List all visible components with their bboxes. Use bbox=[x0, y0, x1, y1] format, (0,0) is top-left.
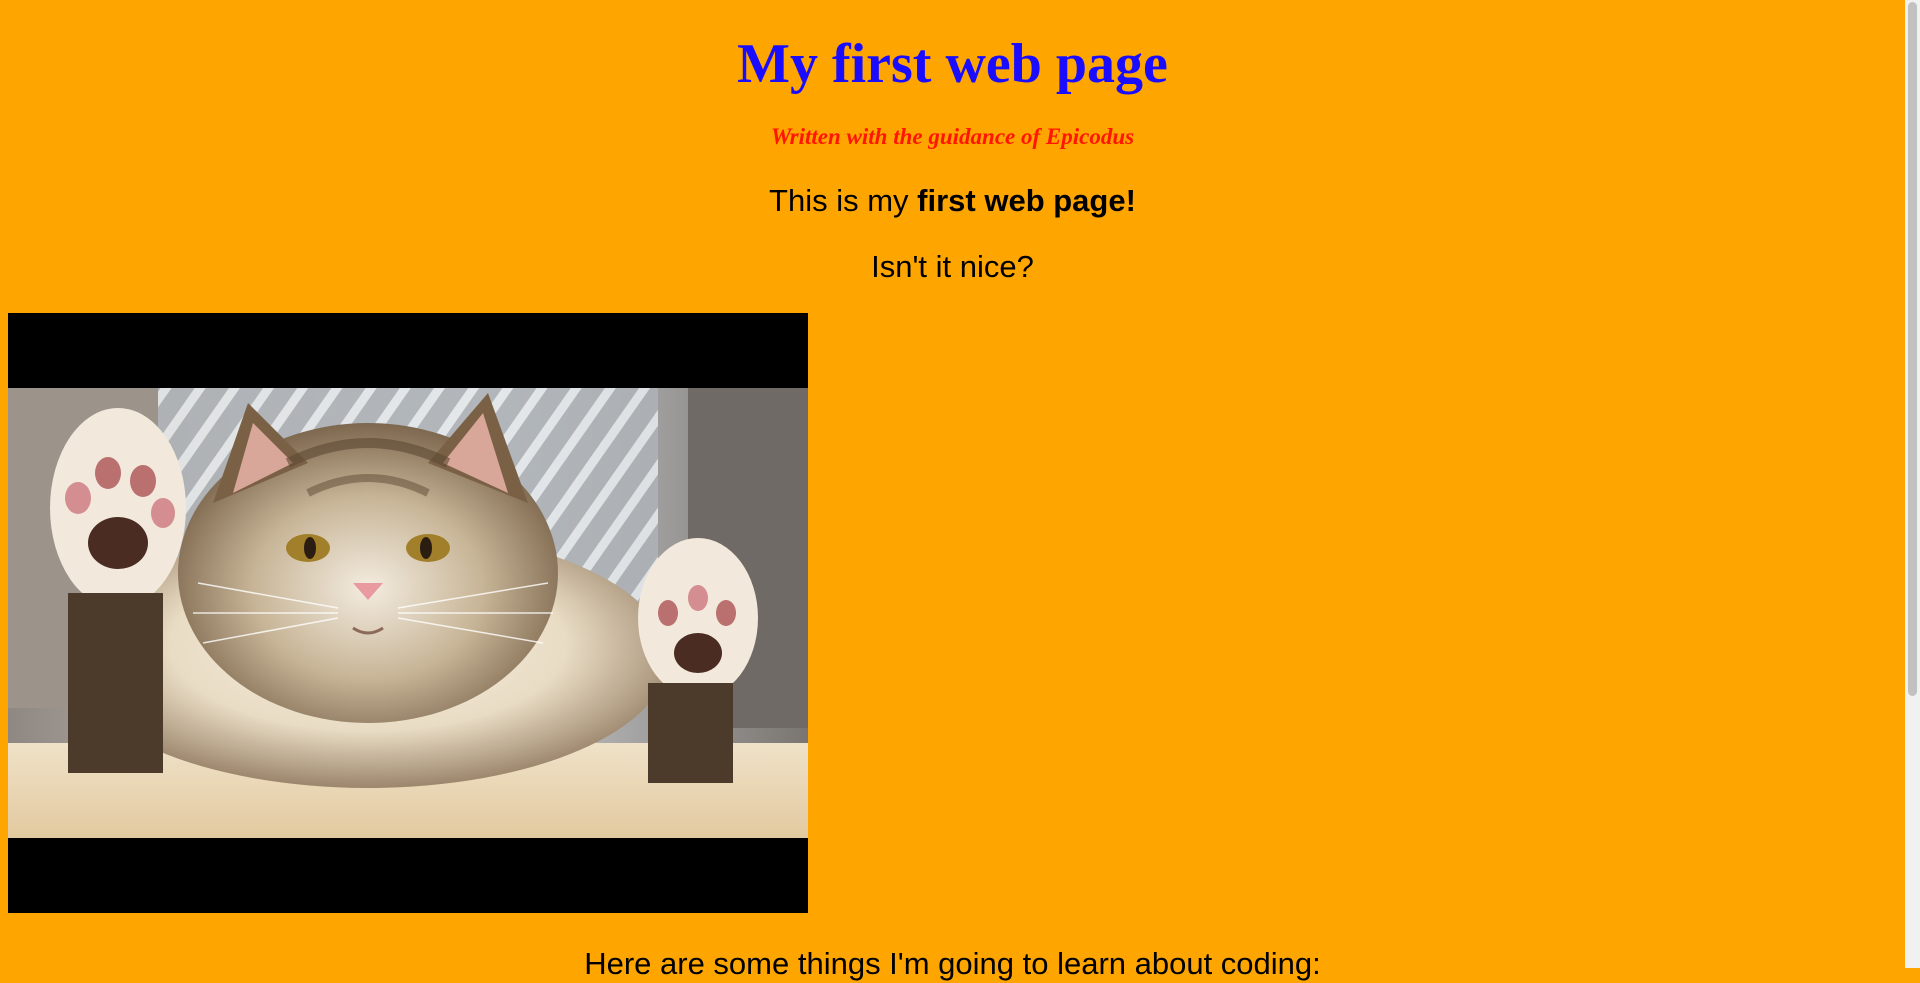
page-subtitle: Written with the guidance of Epicodus bbox=[770, 124, 1135, 149]
cat-photo-graphic bbox=[8, 388, 808, 838]
intro-text: This is my first web page! bbox=[0, 182, 1905, 220]
page-title: My first web page bbox=[737, 33, 1168, 95]
intro-prefix: This is my bbox=[769, 183, 918, 218]
page-content: My first web page Written with the guida… bbox=[0, 0, 1905, 286]
vertical-scrollbar[interactable] bbox=[1905, 0, 1920, 968]
cat-photo bbox=[8, 313, 808, 913]
scrollbar-thumb[interactable] bbox=[1908, 2, 1917, 696]
learn-heading: Here are some things I'm going to learn … bbox=[584, 946, 1321, 981]
intro-bold: first web page! bbox=[917, 183, 1136, 218]
question-text: Isn't it nice? bbox=[871, 249, 1034, 284]
